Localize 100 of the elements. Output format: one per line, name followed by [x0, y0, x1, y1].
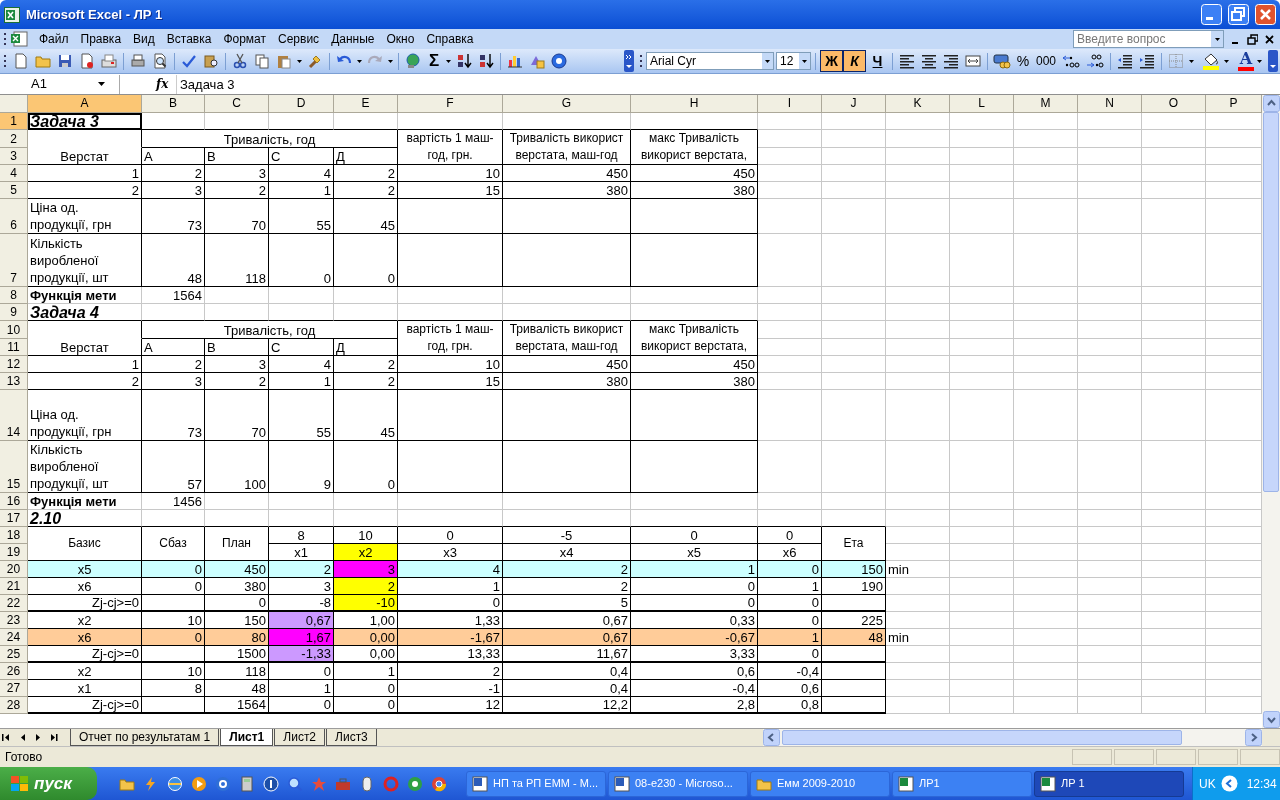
play-icon[interactable] — [191, 775, 207, 792]
mail-icon[interactable] — [101, 53, 117, 69]
row-header[interactable]: 10 — [0, 321, 28, 339]
copy-icon[interactable] — [254, 53, 270, 69]
scroll-left-icon[interactable] — [763, 729, 780, 746]
document-icon[interactable] — [79, 53, 95, 69]
row-header[interactable]: 8 — [0, 287, 28, 304]
dropdown-arrow-icon[interactable] — [1214, 37, 1220, 41]
sheet-tab[interactable]: Лист2 — [274, 729, 326, 746]
row-header[interactable]: 17 — [0, 510, 28, 527]
dropdown-arrow-icon[interactable] — [446, 59, 451, 63]
help-icon[interactable] — [551, 53, 567, 69]
row-header[interactable]: 19 — [0, 544, 28, 561]
scrollbar-thumb[interactable] — [782, 730, 1182, 745]
spelling-check-icon[interactable] — [181, 53, 197, 69]
row-header[interactable]: 21 — [0, 578, 28, 595]
format-painter-icon[interactable] — [307, 53, 323, 69]
restore-button[interactable] — [1228, 4, 1249, 25]
row-header[interactable]: 14 — [0, 390, 28, 441]
row-header[interactable]: 6 — [0, 199, 28, 234]
font-color-button[interactable]: A — [1237, 50, 1255, 72]
paste-icon[interactable] — [276, 53, 292, 69]
dropdown-arrow-icon[interactable] — [297, 59, 302, 63]
row-header[interactable]: 16 — [0, 493, 28, 510]
column-header[interactable]: P — [1206, 95, 1262, 113]
column-header[interactable]: K — [886, 95, 950, 113]
calculator-icon[interactable] — [239, 775, 255, 792]
sheet-tab[interactable]: Лист1 — [220, 729, 274, 746]
row-header[interactable]: 28 — [0, 697, 28, 714]
spreadsheet-icon[interactable] — [10, 31, 28, 47]
dropdown-arrow-icon[interactable] — [388, 59, 393, 63]
menu-item[interactable]: Файл — [33, 30, 75, 48]
menu-item[interactable]: Формат — [217, 30, 273, 48]
scroll-up-icon[interactable] — [1263, 95, 1280, 112]
print-icon[interactable] — [130, 53, 146, 69]
formula-field[interactable]: Задача 3 — [176, 74, 1280, 94]
autosum-button[interactable]: Σ — [424, 51, 444, 71]
column-header[interactable]: A — [28, 95, 142, 113]
column-header[interactable]: O — [1142, 95, 1206, 113]
expand-tray-icon[interactable] — [1220, 775, 1238, 792]
sheet-tab[interactable]: Отчет по результатам 1 — [70, 729, 220, 746]
print-preview-icon[interactable] — [152, 53, 168, 69]
menu-item[interactable]: Справка — [420, 30, 480, 48]
font-name-field[interactable]: Arial Cyr — [646, 52, 774, 70]
menu-item[interactable]: Сервис — [272, 30, 326, 48]
row-header[interactable]: 9 — [0, 304, 28, 321]
currency-icon[interactable] — [993, 53, 1011, 69]
insert-function-button[interactable]: fx — [156, 75, 174, 93]
column-header[interactable]: H — [631, 95, 758, 113]
column-header[interactable]: D — [269, 95, 334, 113]
menu-item[interactable]: Правка — [74, 30, 128, 48]
toolbar-options-icon[interactable] — [624, 50, 634, 72]
save-icon[interactable] — [57, 53, 73, 69]
dropdown-arrow-icon[interactable] — [1189, 59, 1194, 63]
align-right-icon[interactable] — [943, 53, 959, 69]
bold-button[interactable]: Ж — [820, 50, 843, 72]
column-header[interactable]: J — [822, 95, 886, 113]
sort-ascending-icon[interactable] — [456, 53, 472, 69]
thousands-button[interactable]: 000 — [1033, 51, 1059, 71]
browser-icon[interactable] — [431, 775, 447, 792]
scrollbar-thumb[interactable] — [1263, 112, 1279, 492]
align-center-icon[interactable] — [921, 53, 937, 69]
column-header[interactable]: I — [758, 95, 822, 113]
sort-descending-icon[interactable] — [478, 53, 494, 69]
row-header[interactable]: 15 — [0, 441, 28, 493]
row-header[interactable]: 12 — [0, 356, 28, 373]
column-header[interactable]: B — [142, 95, 205, 113]
dropdown-arrow-icon[interactable] — [98, 82, 105, 86]
decrease-decimal-icon[interactable] — [1085, 53, 1105, 69]
taskbar-button[interactable]: ЛР 1 — [1034, 770, 1184, 797]
row-header[interactable]: 26 — [0, 663, 28, 680]
row-header[interactable]: 23 — [0, 612, 28, 629]
align-left-icon[interactable] — [899, 53, 915, 69]
dropdown-arrow-icon[interactable] — [357, 59, 362, 63]
refresh-icon[interactable] — [215, 775, 231, 792]
row-header[interactable]: 4 — [0, 165, 28, 182]
sheet-tab[interactable]: Лист3 — [326, 729, 377, 746]
column-header[interactable]: M — [1014, 95, 1078, 113]
row-header[interactable]: 7 — [0, 234, 28, 287]
column-header[interactable]: F — [398, 95, 503, 113]
italic-button[interactable]: К — [843, 50, 866, 72]
menu-item[interactable]: Вставка — [160, 30, 218, 48]
close-button[interactable] — [1255, 4, 1276, 25]
restore-icon[interactable] — [1247, 33, 1258, 45]
font-size-field[interactable]: 12 — [776, 52, 811, 70]
taskbar-button[interactable]: 08-е230 - Microso... — [608, 770, 748, 797]
name-box[interactable]: A1 — [0, 74, 120, 94]
percent-button[interactable]: % — [1013, 51, 1033, 71]
help-search-field[interactable]: Введите вопрос — [1073, 30, 1224, 48]
column-header[interactable]: L — [950, 95, 1014, 113]
disc-icon[interactable] — [407, 775, 423, 792]
row-header[interactable]: 5 — [0, 182, 28, 199]
row-header[interactable]: 22 — [0, 595, 28, 612]
menu-item[interactable]: Вид — [127, 30, 161, 48]
cut-icon[interactable] — [232, 53, 248, 69]
minimize-button[interactable] — [1201, 4, 1222, 25]
taskbar-button[interactable]: Емм 2009-2010 — [750, 770, 890, 797]
row-header[interactable]: 27 — [0, 680, 28, 697]
toolbar-options-icon[interactable] — [1268, 50, 1278, 72]
star-icon[interactable] — [311, 775, 327, 792]
